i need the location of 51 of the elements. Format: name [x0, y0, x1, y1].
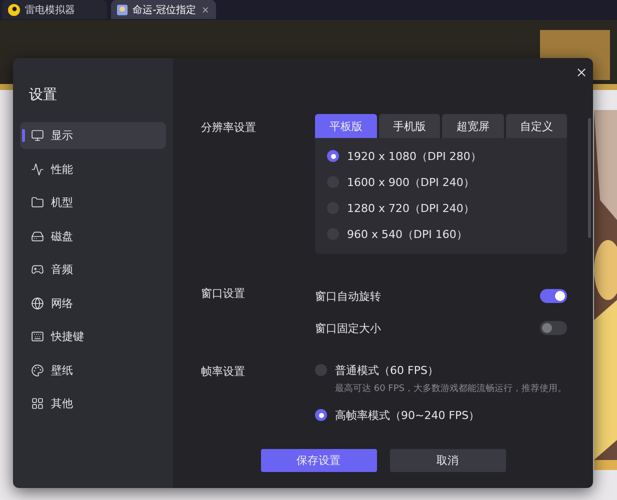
sidebar-item[interactable]: 快捷键: [20, 323, 166, 350]
sidebar-item[interactable]: 性能: [20, 156, 166, 182]
toggle-label: 窗口固定大小: [315, 320, 381, 336]
pulse-icon: [31, 162, 44, 176]
mode-tab[interactable]: 超宽屏: [442, 114, 504, 138]
toggle-label: 窗口自动旋转: [315, 288, 381, 304]
cancel-button[interactable]: 取消: [390, 449, 506, 472]
mode-tab[interactable]: 手机版: [378, 114, 440, 138]
close-icon[interactable]: [574, 66, 588, 78]
sidebar-item[interactable]: 磁盘: [20, 222, 166, 250]
palette-icon: [31, 364, 44, 376]
hard-drive-icon: [31, 230, 44, 242]
sidebar-item[interactable]: 壁纸: [20, 356, 166, 384]
folder-icon: [31, 196, 44, 209]
option-label: 普通模式（60 FPS）: [335, 362, 438, 378]
section-label: 窗口设置: [201, 286, 246, 302]
gamepad-icon: [31, 263, 44, 276]
close-icon[interactable]: [201, 4, 210, 14]
toggle-switch[interactable]: [540, 321, 567, 335]
option-label: 1600 x 900（DPI 240）: [347, 174, 474, 190]
scrollbar[interactable]: [588, 118, 591, 238]
option-label: 960 x 540（DPI 160）: [347, 226, 468, 242]
game-icon: [117, 4, 128, 16]
keyboard-icon: [31, 330, 44, 343]
mode-tab[interactable]: 平板版: [315, 114, 376, 138]
save-button[interactable]: 保存设置: [260, 449, 376, 472]
toggle-switch[interactable]: [540, 289, 567, 303]
sidebar-item[interactable]: 显示: [20, 122, 166, 149]
app-tab[interactable]: 雷电模拟器: [2, 0, 107, 19]
mode-tab[interactable]: 自定义: [506, 114, 567, 138]
monitor-icon: [31, 129, 44, 142]
logo-icon: [8, 4, 20, 16]
globe-icon: [31, 296, 44, 310]
radio-button[interactable]: [327, 150, 339, 162]
section-label: 帧率设置: [201, 364, 246, 380]
radio-button[interactable]: [315, 364, 327, 376]
option-label: 1920 x 1080（DPI 280）: [347, 148, 482, 164]
dialog-title: 设置: [28, 86, 58, 104]
tab-label: 命运-冠位指定: [132, 4, 196, 16]
radio-button[interactable]: [315, 409, 327, 421]
option-label: 高帧率模式（90~240 FPS）: [335, 408, 480, 422]
sidebar-item[interactable]: 音频: [20, 256, 166, 283]
sidebar-item[interactable]: 机型: [20, 189, 166, 216]
sidebar-item[interactable]: 其他: [20, 390, 166, 417]
tab-label: 雷电模拟器: [25, 4, 76, 16]
option-description: 最高可达 60 FPS，大多数游戏都能流畅运行，推荐使用。: [335, 382, 567, 395]
section-label: 分辨率设置: [201, 120, 257, 136]
app-tab[interactable]: 命运-冠位指定: [111, 0, 216, 19]
sidebar-item[interactable]: 网络: [20, 290, 166, 316]
grid-icon: [31, 397, 44, 410]
option-label: 1280 x 720（DPI 240）: [347, 200, 474, 216]
